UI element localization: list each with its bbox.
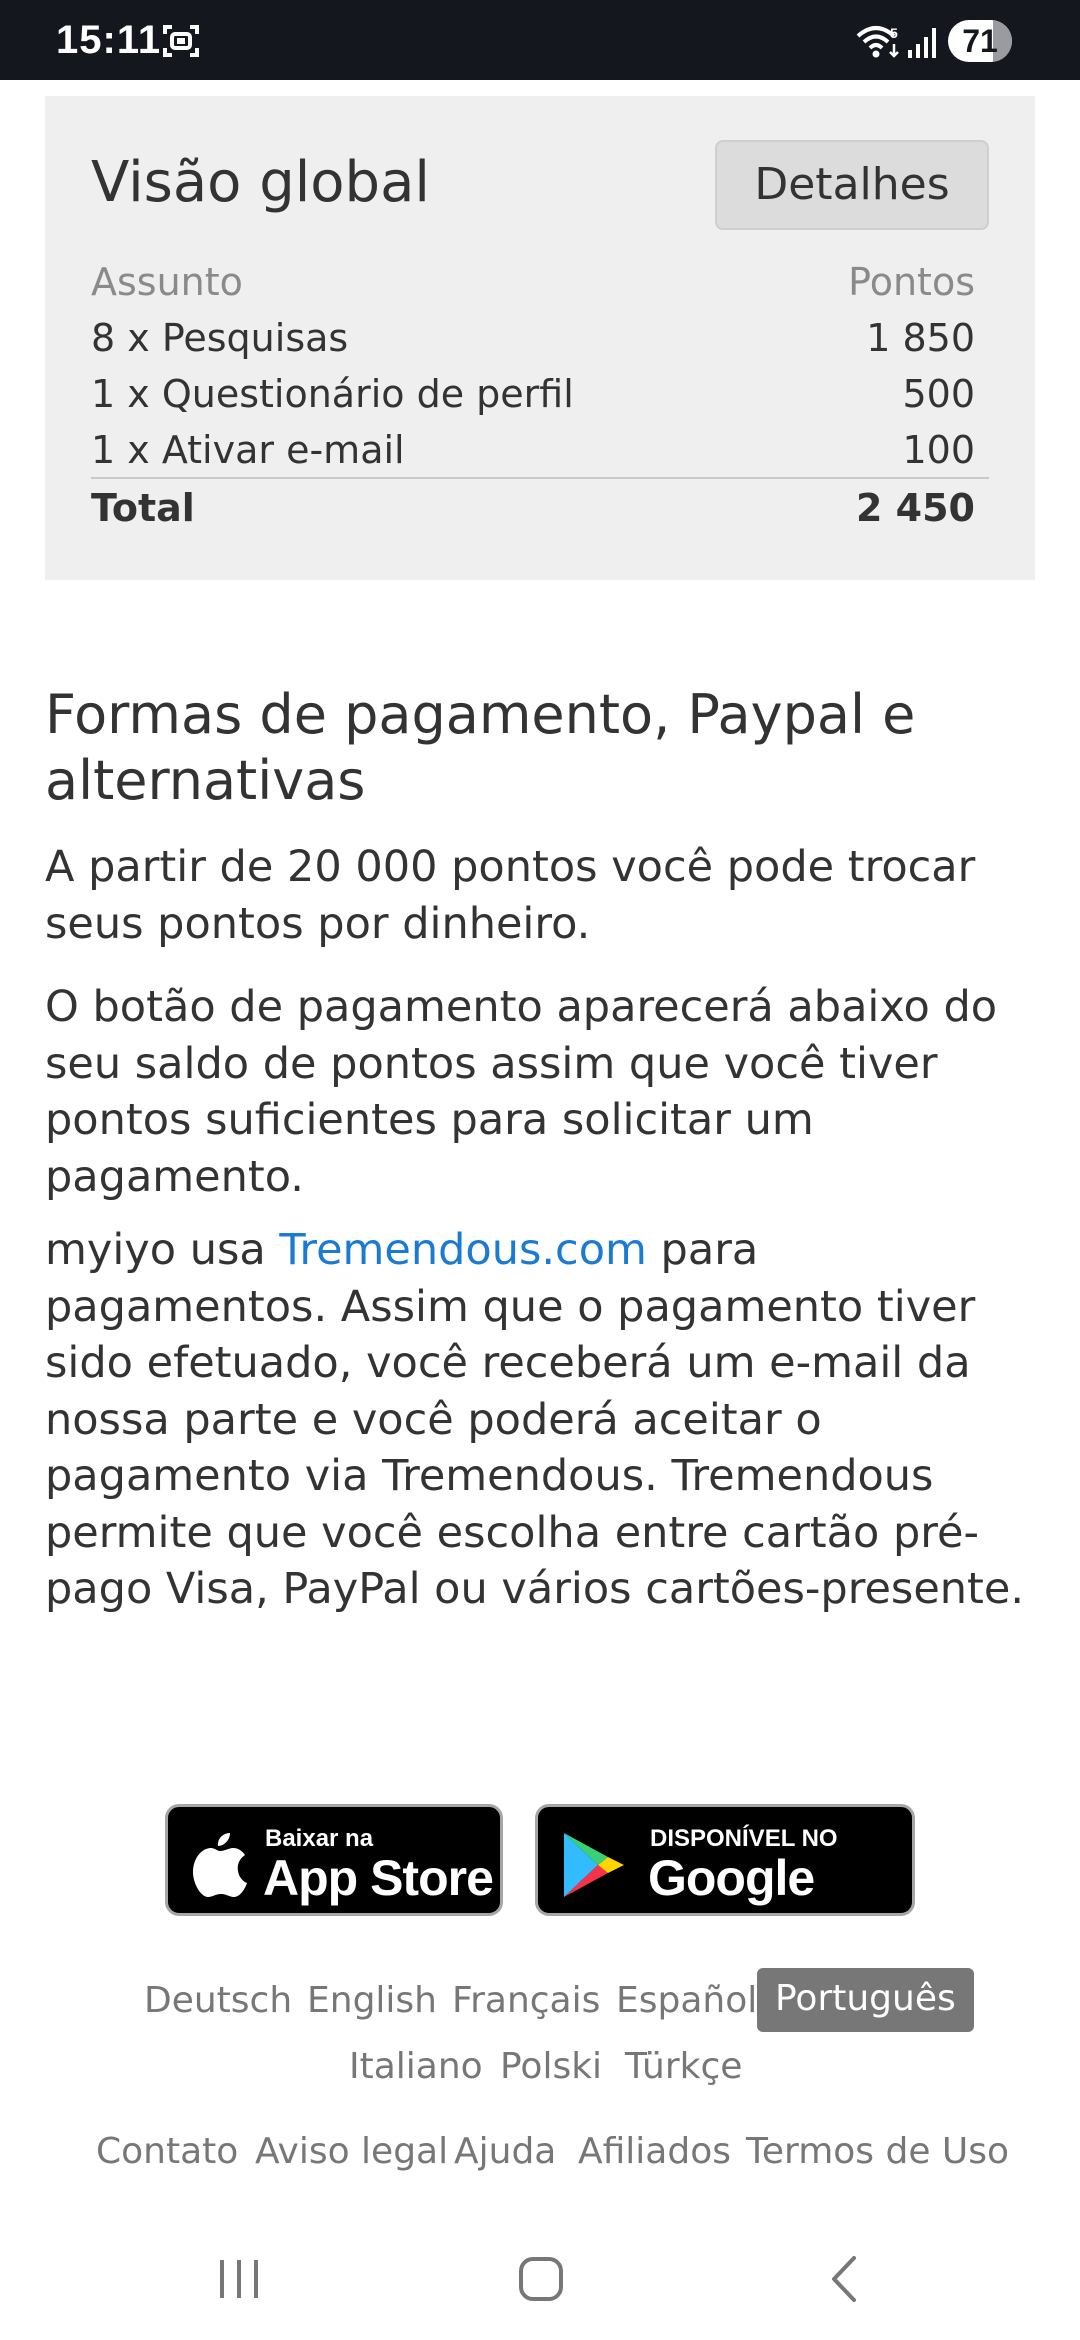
table-total-row: Total 2 450 bbox=[91, 480, 975, 536]
battery-level: 71 bbox=[962, 23, 998, 59]
recents-icon[interactable] bbox=[216, 2256, 262, 2302]
row-subject: 1 x Questionário de perfil bbox=[91, 372, 574, 416]
screenshot-icon bbox=[163, 25, 199, 57]
lang-francais[interactable]: Français bbox=[452, 1970, 600, 2034]
overview-title: Visão global bbox=[91, 150, 430, 215]
row-subject: 1 x Ativar e-mail bbox=[91, 428, 405, 472]
payment-heading: Formas de pagamento, Paypal e alternativ… bbox=[45, 683, 916, 812]
table-header: Assunto Pontos bbox=[91, 254, 975, 310]
lang-english[interactable]: English bbox=[307, 1970, 437, 2034]
footer-link-aviso-legal[interactable]: Aviso legal bbox=[255, 2126, 448, 2178]
row-subject: 8 x Pesquisas bbox=[91, 316, 349, 360]
payment-paragraph-button: O botão de pagamento aparecerá abaixo do… bbox=[45, 982, 998, 1202]
back-icon[interactable] bbox=[826, 2254, 862, 2304]
lang-deutsch[interactable]: Deutsch bbox=[144, 1970, 292, 2034]
lang-turkce[interactable]: Türkçe bbox=[625, 2036, 742, 2100]
app-store-badge[interactable]: Baixar na App Store bbox=[165, 1804, 503, 1916]
overview-card: Visão global Detalhes Assunto Pontos 8 x… bbox=[45, 96, 1035, 580]
table-divider bbox=[91, 477, 989, 479]
status-bar: 15:11 5 71 bbox=[0, 0, 1080, 80]
footer-link-afiliados[interactable]: Afiliados bbox=[578, 2126, 731, 2178]
row-points: 100 bbox=[902, 428, 975, 472]
lang-polski[interactable]: Polski bbox=[500, 2036, 602, 2100]
google-play-icon bbox=[564, 1833, 624, 1897]
lang-portugues-active[interactable]: Português bbox=[757, 1968, 974, 2032]
google-play-badge[interactable]: DISPONÍVEL NO Google Play bbox=[535, 1804, 915, 1964]
footer-link-contato[interactable]: Contato bbox=[96, 2126, 238, 2178]
app-store-big-text: App Store bbox=[263, 1850, 494, 1906]
paragraph-suffix: para pagamentos. Assim que o pagamento t… bbox=[45, 1225, 1025, 1614]
signal-icon bbox=[908, 28, 936, 58]
home-icon[interactable] bbox=[516, 2254, 566, 2304]
row-points: 1 850 bbox=[866, 316, 975, 360]
wifi-icon: 5 bbox=[856, 25, 899, 58]
total-points: 2 450 bbox=[856, 486, 975, 530]
footer-link-ajuda[interactable]: Ajuda bbox=[454, 2126, 556, 2178]
wifi-band-label: 5 bbox=[890, 25, 898, 41]
battery-icon: 71 bbox=[948, 20, 1012, 62]
row-points: 500 bbox=[902, 372, 975, 416]
apple-icon bbox=[193, 1833, 247, 1897]
header-subject: Assunto bbox=[91, 260, 243, 304]
tremendous-link[interactable]: Tremendous.com bbox=[279, 1225, 647, 1275]
details-button[interactable]: Detalhes bbox=[715, 140, 989, 230]
paragraph-prefix: myiyo usa bbox=[45, 1225, 280, 1275]
status-time: 15:11 bbox=[56, 18, 162, 62]
table-row: 8 x Pesquisas 1 850 bbox=[91, 310, 975, 366]
total-label: Total bbox=[91, 486, 195, 530]
footer-link-termos[interactable]: Termos de Uso bbox=[746, 2126, 1009, 2178]
lang-italiano[interactable]: Italiano bbox=[349, 2036, 483, 2100]
payment-paragraph-threshold: A partir de 20 000 pontos você pode troc… bbox=[45, 842, 976, 949]
table-row: 1 x Questionário de perfil 500 bbox=[91, 366, 975, 422]
header-points: Pontos bbox=[848, 260, 975, 304]
lang-espanol[interactable]: Español bbox=[616, 1970, 757, 2034]
navigation-bar bbox=[0, 2230, 1080, 2340]
payment-paragraph-tremendous: myiyo usa Tremendous.com para pagamentos… bbox=[45, 1222, 1045, 1618]
google-play-big-text: Google Play bbox=[648, 1850, 815, 1964]
table-row: 1 x Ativar e-mail 100 bbox=[91, 422, 975, 478]
